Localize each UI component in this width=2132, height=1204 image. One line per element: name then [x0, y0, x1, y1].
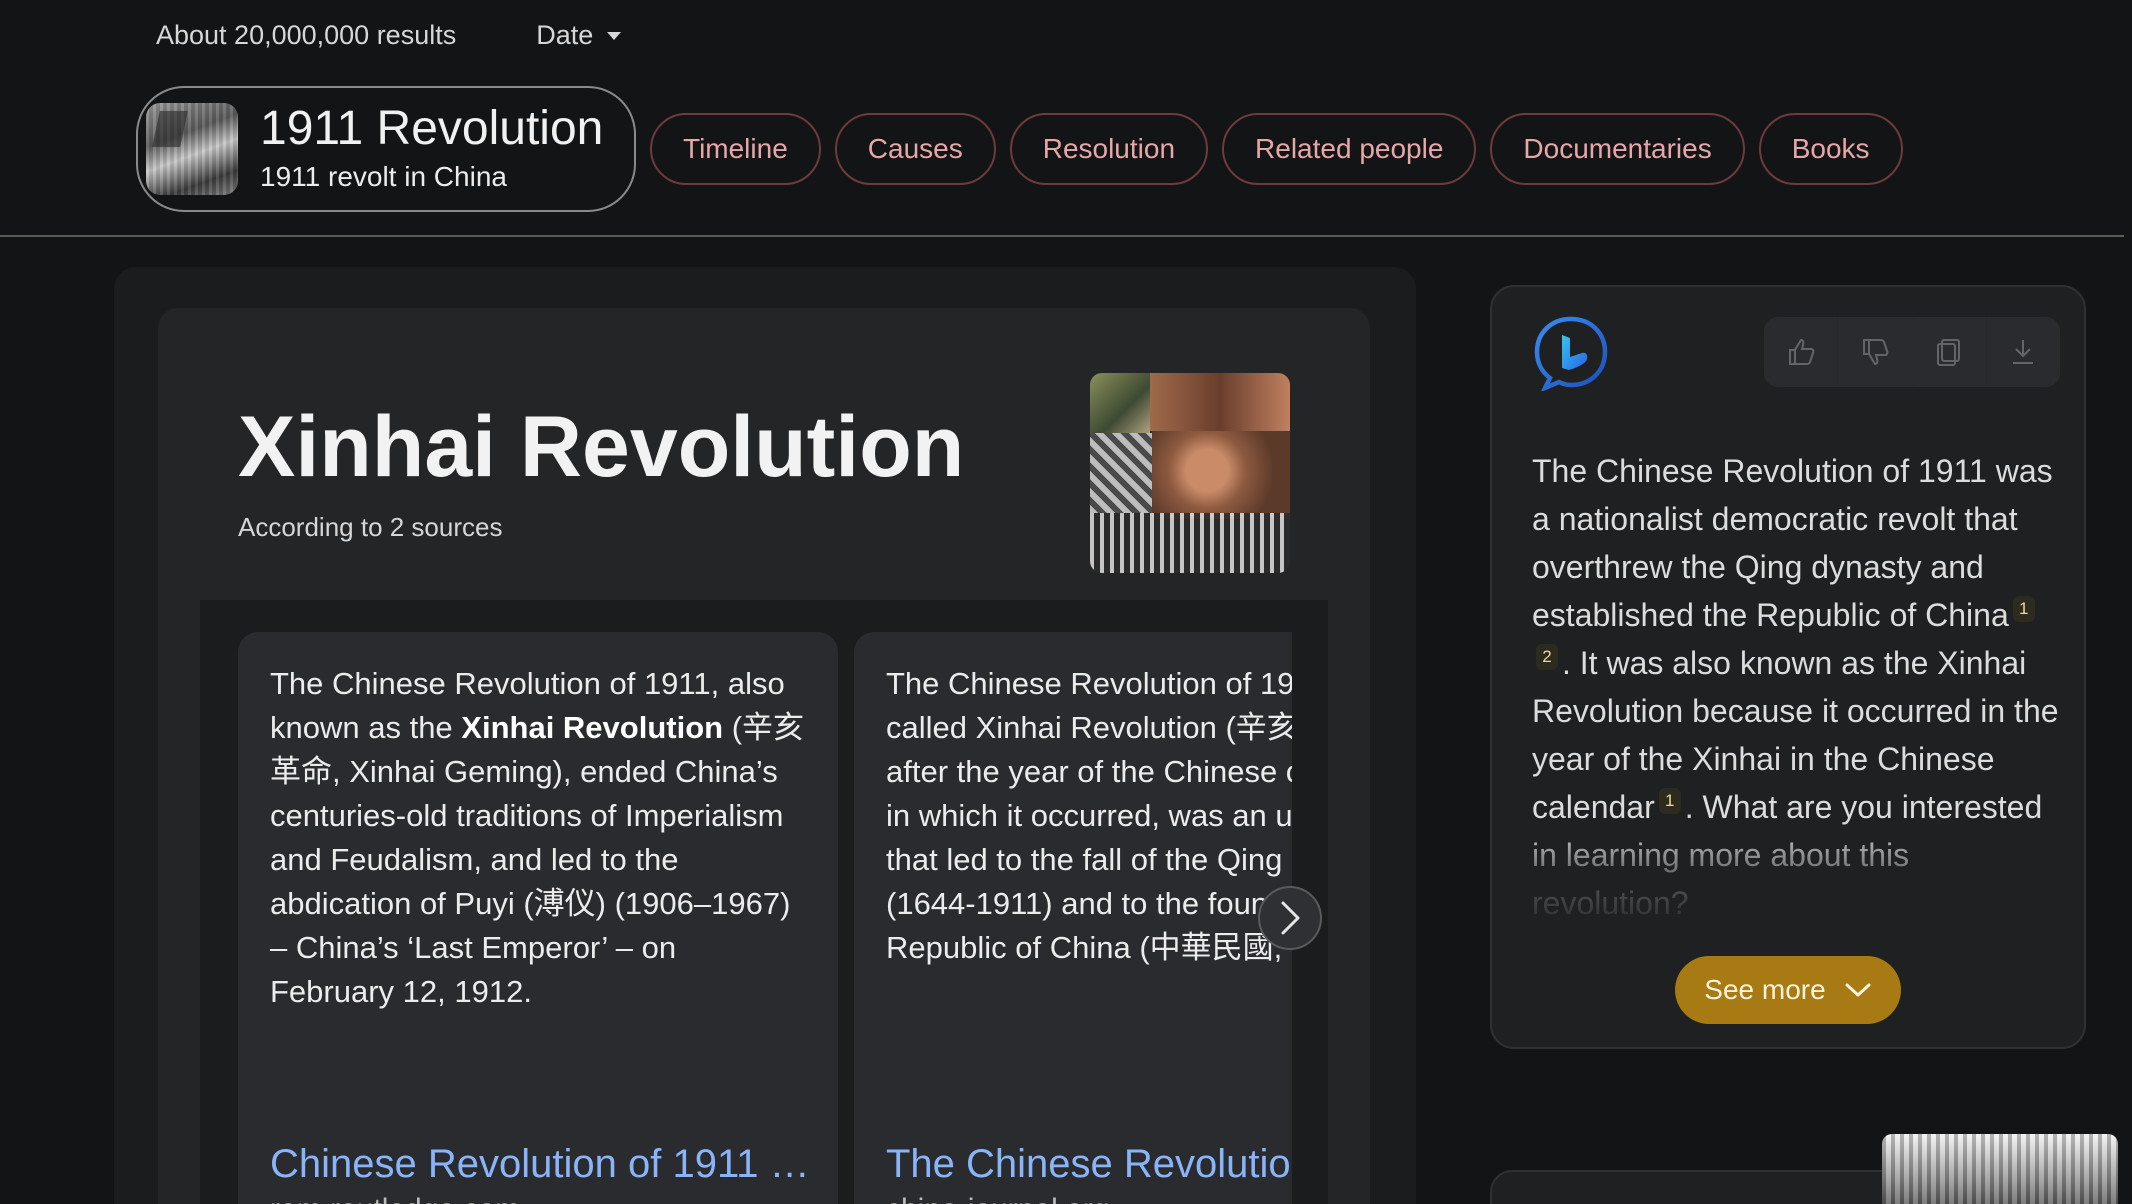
see-more-label: See more — [1704, 974, 1826, 1005]
entity-row: 1911 Revolution 1911 revolt in China Tim… — [136, 86, 1903, 212]
results-bar: About 20,000,000 results Date — [156, 20, 622, 51]
chip-timeline[interactable]: Timeline — [650, 113, 821, 185]
citation-badge[interactable]: 2 — [1536, 643, 1558, 670]
chip-causes[interactable]: Causes — [834, 113, 996, 185]
header-divider — [0, 235, 2124, 237]
card-title: Xinhai Revolution — [238, 399, 965, 495]
entity-title: 1911 Revolution — [260, 102, 604, 155]
collage-tile — [1152, 431, 1290, 519]
source-domain: china-journal.org — [886, 1193, 1292, 1204]
copy-button[interactable] — [1913, 317, 1987, 387]
panel-thumbnail[interactable] — [1882, 1134, 2118, 1204]
date-filter-dropdown[interactable]: Date — [536, 20, 622, 51]
source-card[interactable]: The Chinese Revolution of 1911, also kno… — [238, 632, 838, 1204]
chip-books[interactable]: Books — [1758, 113, 1903, 185]
sources-note: According to 2 sources — [238, 512, 503, 542]
collage-tile — [1150, 373, 1290, 431]
thumbs-up-icon — [1788, 338, 1815, 365]
collage-tile — [1090, 373, 1150, 433]
dislike-button[interactable] — [1838, 317, 1913, 387]
copy-icon — [1937, 339, 1961, 366]
source-link[interactable]: The Chinese Revolution of 1911 — [886, 1142, 1292, 1187]
chevron-right-icon — [1281, 901, 1300, 935]
chip-related-people[interactable]: Related people — [1222, 113, 1477, 185]
source-domain: rem.routledge.com — [270, 1193, 806, 1204]
source-link[interactable]: Chinese Revolution of 1911 … — [270, 1142, 806, 1187]
see-more-button[interactable]: See more — [1675, 956, 1901, 1024]
response-actions — [1764, 317, 2060, 387]
source-card[interactable]: The Chinese Revolution of 1911, called X… — [854, 632, 1292, 1204]
entity-text: 1911 Revolution 1911 revolt in China — [260, 105, 603, 193]
result-count: About 20,000,000 results — [156, 20, 457, 50]
highlight-term: Xinhai Revolution — [461, 710, 724, 745]
entity-pill[interactable]: 1911 Revolution 1911 revolt in China — [136, 86, 636, 212]
citation-badge[interactable]: 1 — [1658, 787, 1681, 814]
copilot-logo[interactable] — [1533, 315, 1609, 391]
carousel-next-button[interactable] — [1258, 886, 1322, 950]
chip-documentaries[interactable]: Documentaries — [1490, 113, 1745, 185]
citation-badge[interactable]: 1 — [2012, 595, 2035, 622]
like-button[interactable] — [1764, 317, 1839, 387]
text-fade-overlay — [1500, 820, 2080, 940]
entity-thumbnail — [146, 103, 238, 195]
source-carousel: The Chinese Revolution of 1911, also kno… — [238, 632, 1292, 1204]
source-snippet: The Chinese Revolution of 1911, also kno… — [270, 666, 805, 1009]
collage-tile — [1090, 513, 1290, 573]
date-filter-label: Date — [536, 20, 594, 50]
collage-image[interactable] — [1090, 373, 1290, 573]
chip-resolution[interactable]: Resolution — [1009, 113, 1209, 185]
entity-subtitle: 1911 revolt in China — [260, 161, 507, 192]
thumbs-down-icon — [1862, 339, 1889, 366]
collage-tile — [1090, 433, 1152, 513]
caret-down-icon — [607, 31, 622, 40]
download-icon — [2013, 340, 2034, 364]
download-button[interactable] — [1987, 317, 2060, 387]
chevron-down-icon — [1845, 983, 1871, 997]
source-snippet: The Chinese Revolution of 1911, called X… — [886, 666, 1292, 965]
